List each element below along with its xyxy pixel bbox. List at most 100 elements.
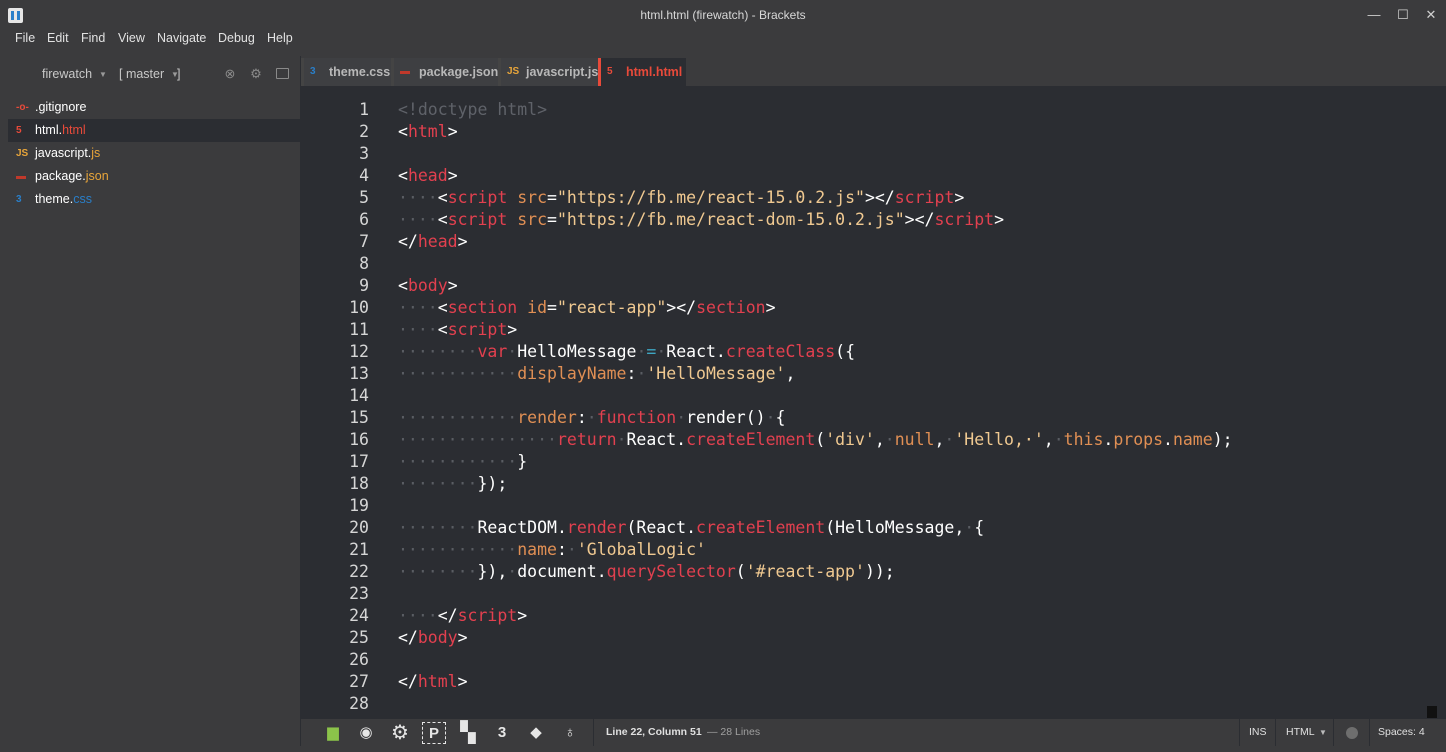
- code-token: src: [517, 188, 548, 207]
- p-icon[interactable]: P: [422, 722, 446, 744]
- split-view-icon[interactable]: [276, 68, 289, 79]
- code-line: ············render:·function·render()·{: [398, 407, 1233, 429]
- caret-down-icon[interactable]: ▼: [1319, 728, 1327, 737]
- npm-file-icon: ▬: [16, 171, 26, 182]
- file-tree: -o- .gitignore 5 html.html JS javascript…: [8, 96, 300, 211]
- menu-file[interactable]: File: [15, 30, 35, 46]
- language-dropdown[interactable]: HTML: [1286, 726, 1315, 738]
- code-token: </: [398, 672, 418, 691]
- linter-status-icon[interactable]: [1346, 727, 1358, 739]
- android-icon[interactable]: ▆: [321, 722, 345, 744]
- code-line: ····<section id="react-app"></section>: [398, 297, 1233, 319]
- code-token: displayName: [517, 364, 627, 383]
- chevron-down-icon[interactable]: ▼: [99, 70, 107, 79]
- menu-edit[interactable]: Edit: [47, 30, 69, 46]
- tab-label: package.json: [419, 65, 499, 79]
- code-line: ········});: [398, 473, 1233, 495]
- code-token: ·: [507, 342, 518, 361]
- line-number: 12: [349, 342, 369, 361]
- code-token: ·: [676, 408, 687, 427]
- indent-settings[interactable]: Spaces: 4: [1378, 726, 1425, 738]
- code-token: React.: [666, 342, 726, 361]
- code-token: (React.: [626, 518, 697, 537]
- code-editor[interactable]: 1 2 3 4 5 6 7 8 9 10 11 12 13 14 15 16 17 18 19 20 21 22 23 24 2…: [301, 86, 1426, 718]
- code-token: function: [596, 408, 677, 427]
- tab-javascript-js[interactable]: JS javascript.js: [498, 58, 598, 86]
- html5-file-icon: 5: [16, 125, 22, 136]
- code-token: </: [437, 606, 458, 625]
- file-item-html[interactable]: 5 html.html: [8, 119, 300, 142]
- disk-icon[interactable]: ◉: [354, 722, 378, 744]
- code-token: >: [457, 672, 468, 691]
- file-item-package[interactable]: ▬ package.json: [8, 165, 300, 188]
- code-line: ············name:·'GlobalLogic': [398, 539, 1233, 561]
- scrollbar-thumb[interactable]: [1427, 706, 1437, 718]
- vertical-scrollbar[interactable]: [1426, 86, 1446, 718]
- code-area[interactable]: <!doctype html> <html> <head> ····<script s…: [398, 99, 1233, 715]
- file-name: html.html: [35, 123, 86, 137]
- tab-label: theme.css: [329, 65, 391, 79]
- file-item-javascript[interactable]: JS javascript.js: [8, 142, 300, 165]
- code-token: :: [556, 540, 567, 559]
- minimize-button[interactable]: —: [1359, 4, 1389, 26]
- code-token: document.: [517, 562, 607, 581]
- menu-view[interactable]: View: [118, 30, 145, 46]
- checker-icon[interactable]: ▚: [456, 722, 480, 744]
- file-name: javascript.js: [35, 146, 101, 160]
- code-token: >: [954, 188, 965, 207]
- tab-theme-css[interactable]: 3 theme.css: [301, 58, 391, 86]
- code-token: .: [1163, 430, 1173, 449]
- overwrite-mode-toggle[interactable]: INS: [1249, 726, 1267, 738]
- line-number: 18: [349, 474, 369, 493]
- code-token: (HelloMessage,: [825, 518, 965, 537]
- file-item-theme[interactable]: 3 theme.css: [8, 188, 300, 211]
- css3-icon[interactable]: 3: [490, 722, 514, 744]
- code-token: =: [547, 210, 557, 229]
- menu-navigate[interactable]: Navigate: [157, 30, 206, 46]
- code-token: ············: [398, 408, 518, 427]
- menu-debug[interactable]: Debug: [218, 30, 255, 46]
- code-token: script: [934, 210, 995, 229]
- line-number: 10: [349, 298, 369, 317]
- code-token: ····: [398, 210, 438, 229]
- settings-gear-icon[interactable]: ⚙: [248, 66, 264, 82]
- git-branch-dropdown[interactable]: [ master: [119, 67, 164, 81]
- js-file-icon: JS: [16, 148, 29, 159]
- line-number: 8: [359, 254, 369, 273]
- line-number: 22: [349, 562, 369, 581]
- code-token: script: [457, 606, 518, 625]
- css3-file-icon: 3: [16, 194, 22, 205]
- maximize-button[interactable]: ☐: [1388, 4, 1418, 26]
- code-token: ></: [864, 188, 895, 207]
- code-token: });: [477, 474, 508, 493]
- code-line: <html>: [398, 121, 1233, 143]
- code-token: :: [576, 408, 587, 427]
- project-dropdown[interactable]: firewatch: [42, 67, 92, 81]
- close-window-button[interactable]: ✕: [1416, 4, 1446, 26]
- code-token: var: [477, 342, 508, 361]
- line-number: 4: [359, 166, 369, 185]
- lightbulb-icon[interactable]: ♁: [558, 722, 582, 744]
- menu-find[interactable]: Find: [81, 30, 105, 46]
- code-token: this: [1063, 430, 1104, 449]
- code-token: ····: [398, 188, 438, 207]
- close-circle-icon[interactable]: ⊗: [222, 66, 238, 82]
- code-token: createElement: [686, 430, 816, 449]
- code-token: ,: [1043, 430, 1054, 449]
- tab-package-json[interactable]: ▬ package.json: [391, 58, 498, 86]
- code-token: render(): [686, 408, 766, 427]
- gears-icon[interactable]: ⚙: [388, 722, 412, 744]
- code-line: <head>: [398, 165, 1233, 187]
- tab-html-html[interactable]: 5 html.html: [598, 58, 686, 86]
- code-token: body: [407, 276, 448, 295]
- file-item-gitignore[interactable]: -o- .gitignore: [8, 96, 300, 119]
- code-token: render: [566, 518, 627, 537]
- menu-help[interactable]: Help: [267, 30, 293, 46]
- code-token: 'GlobalLogic': [576, 540, 706, 559]
- line-number: 17: [349, 452, 369, 471]
- git-icon[interactable]: ◆: [524, 722, 548, 744]
- code-token: html: [417, 672, 458, 691]
- line-number: 9: [359, 276, 369, 295]
